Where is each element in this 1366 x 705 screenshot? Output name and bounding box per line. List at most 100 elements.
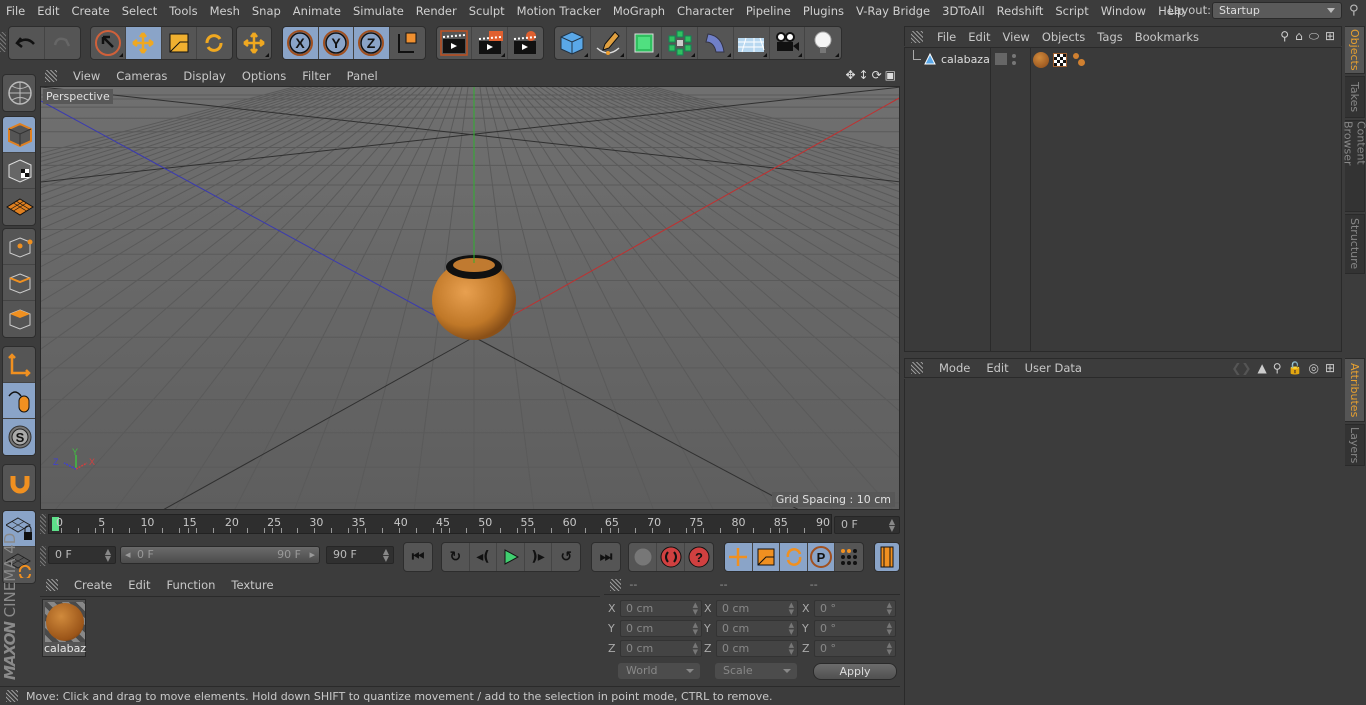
axis-mode-button[interactable]	[3, 347, 35, 383]
new-panel-icon[interactable]: ⊞	[1325, 29, 1335, 44]
attributes-menu-mode[interactable]: Mode	[931, 361, 978, 375]
viewport-camera-label[interactable]: Perspective	[43, 89, 113, 104]
y-axis-button[interactable]: Y	[318, 27, 354, 59]
menu-3dtoall[interactable]: 3DToAll	[936, 4, 991, 18]
range-left-arrow-icon[interactable]: ◂	[125, 548, 131, 561]
menu-mograph[interactable]: MoGraph	[607, 4, 671, 18]
menu-window[interactable]: Window	[1095, 4, 1152, 18]
points-mode-button[interactable]	[3, 229, 35, 265]
menu-mesh[interactable]: Mesh	[204, 4, 246, 18]
rotation-y-field[interactable]: 0 ° ▲ ▼	[814, 620, 896, 637]
current-frame-field[interactable]: 0 F ▲ ▼	[834, 516, 900, 534]
tab-takes[interactable]: Takes	[1345, 76, 1365, 118]
size-x-field[interactable]: 0 cm ▲ ▼	[716, 600, 798, 617]
uvw-tag-icon[interactable]	[1053, 53, 1067, 67]
cloner-button[interactable]	[662, 27, 698, 59]
range-right-arrow-icon[interactable]: ▸	[309, 548, 315, 561]
panel-grip[interactable]	[911, 30, 923, 43]
menu-vray-bridge[interactable]: V-Ray Bridge	[850, 4, 936, 18]
menu-redshift[interactable]: Redshift	[991, 4, 1050, 18]
menu-pipeline[interactable]: Pipeline	[740, 4, 797, 18]
key-parameter-button[interactable]: P	[807, 543, 836, 571]
panel-grip[interactable]	[6, 690, 18, 702]
undo-button[interactable]	[9, 27, 45, 59]
viewport-menu-cameras[interactable]: Cameras	[108, 69, 175, 83]
texture-mode-button[interactable]	[3, 153, 35, 189]
key-rotation-button[interactable]	[780, 543, 808, 571]
attributes-menu-edit[interactable]: Edit	[978, 361, 1016, 375]
live-move-button[interactable]	[237, 27, 271, 59]
material-menu-texture[interactable]: Texture	[223, 578, 281, 592]
camera-button[interactable]	[770, 27, 806, 59]
subdivision-surface-button[interactable]	[627, 27, 663, 59]
goto-end-button[interactable]: ⏭	[592, 543, 620, 571]
menu-animate[interactable]: Animate	[287, 4, 347, 18]
viewport-menu-view[interactable]: View	[65, 69, 108, 83]
apply-button[interactable]: Apply	[813, 663, 897, 680]
panel-grip[interactable]	[45, 70, 57, 82]
object-row[interactable]: calabaza	[905, 50, 1341, 70]
tab-structure[interactable]: Structure	[1345, 214, 1365, 274]
menu-character[interactable]: Character	[671, 4, 740, 18]
light-button[interactable]	[805, 27, 841, 59]
start-frame-field[interactable]: 0 F ▲ ▼	[48, 546, 116, 564]
zoom-view-icon[interactable]: ↕	[859, 68, 869, 82]
timeline-window-button[interactable]	[875, 543, 899, 571]
menu-select[interactable]: Select	[116, 4, 163, 18]
viewport-menu-options[interactable]: Options	[234, 69, 294, 83]
edges-mode-button[interactable]	[3, 265, 35, 301]
new-panel-icon[interactable]: ⊞	[1325, 361, 1335, 375]
transport-grip[interactable]	[40, 546, 46, 566]
viewport-menu-panel[interactable]: Panel	[339, 69, 386, 83]
viewport-menu-filter[interactable]: Filter	[294, 69, 338, 83]
phong-tag-icon[interactable]	[1073, 53, 1079, 59]
timeline-ruler[interactable]: 0 5 10 15 20 25 30 35 40 45 50 55 60 65 70 75 80 85 90	[48, 514, 832, 534]
search-icon[interactable]: ⚲	[1280, 29, 1289, 44]
tweak-mode-button[interactable]	[3, 383, 35, 419]
autokey-button[interactable]	[657, 543, 685, 571]
panel-grip[interactable]	[610, 578, 622, 591]
size-z-field[interactable]: 0 cm ▲ ▼	[716, 640, 798, 657]
render-picture-viewer-button[interactable]	[472, 27, 508, 59]
x-axis-button[interactable]: X	[283, 27, 319, 59]
scale-tool-button[interactable]	[162, 27, 197, 59]
tab-objects[interactable]: Objects	[1345, 26, 1365, 74]
search-icon[interactable]: ⚲	[1349, 3, 1359, 18]
material-menu-create[interactable]: Create	[66, 578, 120, 592]
size-y-field[interactable]: 0 cm ▲ ▼	[716, 620, 798, 637]
key-pla-button[interactable]	[835, 543, 863, 571]
polygons-mode-button[interactable]	[3, 301, 35, 337]
next-frame-button[interactable]: )▸	[525, 543, 553, 571]
object-menu-bookmarks[interactable]: Bookmarks	[1129, 30, 1205, 44]
render-view-button[interactable]	[437, 27, 473, 59]
perspective-viewport[interactable]: Y X Z Perspective Grid Spacing : 10 cm	[40, 86, 900, 510]
menu-tools[interactable]: Tools	[163, 4, 203, 18]
render-settings-button[interactable]	[508, 27, 543, 59]
material-tag-icon[interactable]	[1033, 52, 1049, 68]
panel-grip[interactable]	[46, 579, 58, 591]
attributes-menu-user-data[interactable]: User Data	[1017, 361, 1090, 375]
tab-layers[interactable]: Layers	[1345, 424, 1365, 466]
position-y-field[interactable]: 0 cm ▲ ▼	[620, 620, 702, 637]
object-menu-tags[interactable]: Tags	[1091, 30, 1128, 44]
record-active-button[interactable]	[629, 543, 657, 571]
toggle-layout-icon[interactable]: ▣	[885, 68, 896, 82]
menu-simulate[interactable]: Simulate	[347, 4, 410, 18]
key-scale-button[interactable]	[752, 543, 781, 571]
menu-edit[interactable]: Edit	[31, 4, 65, 18]
prev-key-button[interactable]: ↻	[442, 543, 470, 571]
floor-button[interactable]	[734, 27, 770, 59]
menu-script[interactable]: Script	[1049, 4, 1094, 18]
tab-content-browser[interactable]: Content Browser	[1342, 120, 1366, 212]
goto-start-button[interactable]: ⏮	[404, 543, 432, 571]
object-menu-objects[interactable]: Objects	[1036, 30, 1091, 44]
solo-button[interactable]: S	[3, 419, 35, 455]
pen-button[interactable]	[591, 27, 627, 59]
object-name[interactable]: calabaza	[941, 53, 990, 66]
select-tool-button[interactable]	[91, 27, 127, 59]
rotate-tool-button[interactable]	[197, 27, 232, 59]
cube-button[interactable]	[555, 27, 591, 59]
menu-motion-tracker[interactable]: Motion Tracker	[511, 4, 607, 18]
up-arrow-icon[interactable]: ▲	[1257, 361, 1266, 375]
position-z-field[interactable]: 0 cm ▲ ▼	[620, 640, 702, 657]
